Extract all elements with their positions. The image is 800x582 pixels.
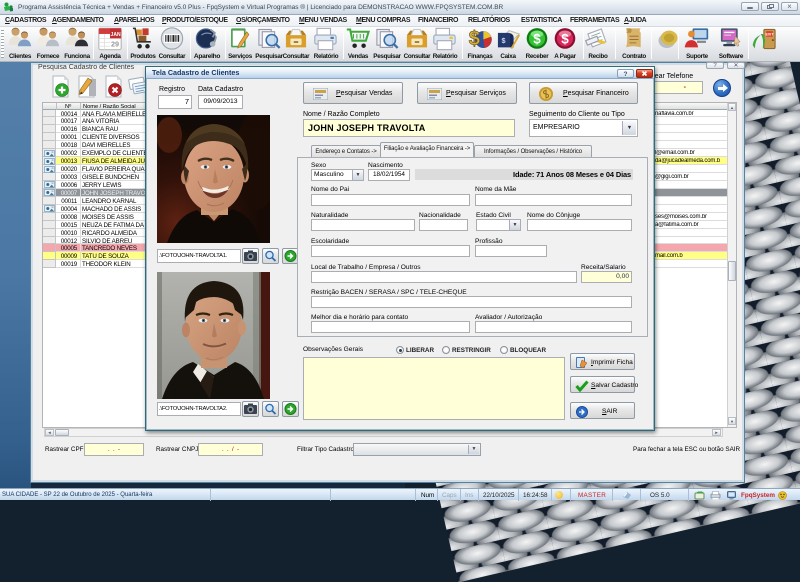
- svg-text:29: 29: [111, 39, 119, 48]
- svg-text:$: $: [561, 31, 569, 46]
- svg-text:$: $: [501, 36, 505, 45]
- svg-text:$: $: [469, 28, 480, 50]
- svg-text:JAN: JAN: [111, 32, 121, 38]
- svg-text:EXIT: EXIT: [766, 33, 775, 37]
- svg-text:$: $: [533, 31, 541, 46]
